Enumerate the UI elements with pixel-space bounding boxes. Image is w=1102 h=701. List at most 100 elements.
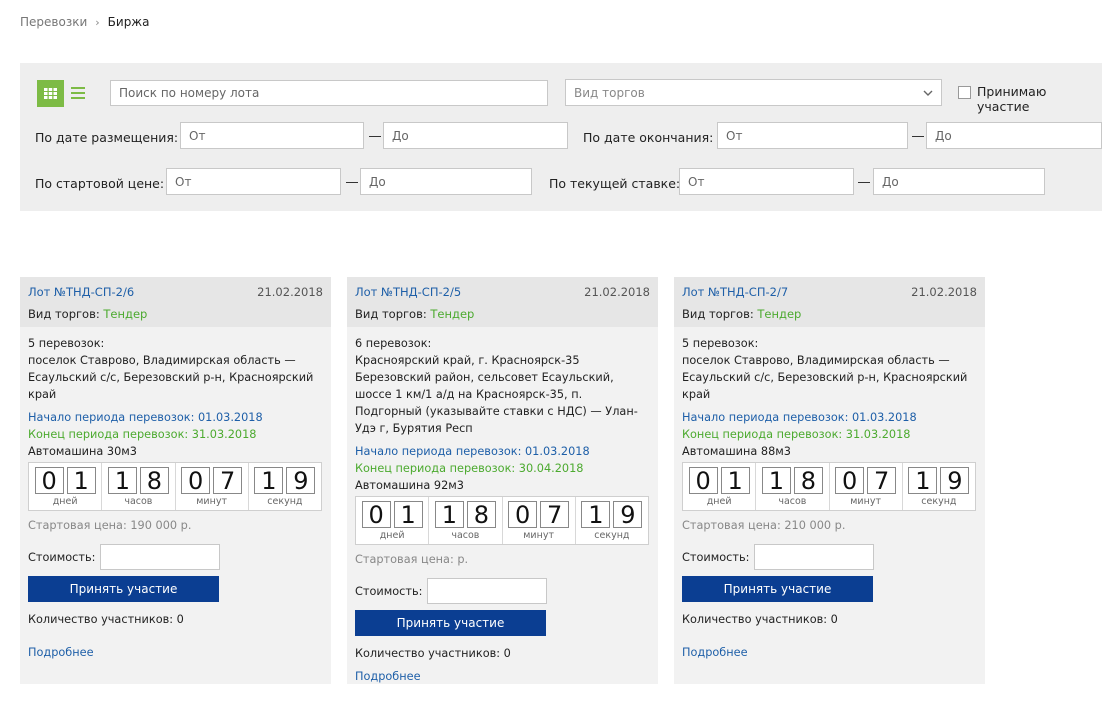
- period-end: Конец периода перевозок: 30.04.2018: [355, 462, 584, 475]
- lot-card: Лот №ТНД-СП-2/5 21.02.2018 Вид торгов: Т…: [347, 277, 658, 684]
- lot-card: Лот №ТНД-СП-2/7 21.02.2018 Вид торгов: Т…: [674, 277, 985, 684]
- timer-days: 01 дней: [356, 497, 430, 544]
- timer-seconds: 19 секунд: [576, 497, 648, 544]
- cost-input[interactable]: [100, 544, 220, 570]
- timer-digit: 8: [139, 467, 169, 494]
- lot-number-link[interactable]: Лот №ТНД-СП-2/7: [682, 285, 788, 299]
- trade-type-value: Тендер: [430, 307, 475, 321]
- timer-digit: 7: [540, 501, 570, 528]
- participate-button[interactable]: Принять участие: [682, 576, 873, 602]
- date-posted-from-input[interactable]: [180, 122, 364, 149]
- period-start: Начало периода перевозок: 01.03.2018: [355, 445, 590, 458]
- timer-digit: 9: [613, 501, 643, 528]
- cost-input[interactable]: [754, 544, 874, 570]
- timer-days: 01 дней: [29, 463, 103, 510]
- details-link[interactable]: Подробнее: [28, 644, 323, 661]
- participate-checkbox[interactable]: [958, 86, 971, 99]
- participants-count: Количество участников: 0: [682, 613, 838, 626]
- date-end-to-input[interactable]: [926, 122, 1102, 149]
- vehicle-info: Автомашина 92м3: [355, 479, 464, 492]
- lot-date: 21.02.2018: [257, 285, 323, 299]
- route-text: поселок Ставрово, Владимирская область —…: [28, 354, 314, 401]
- timer-digit: 1: [107, 467, 137, 494]
- date-end-label: По дате окончания:: [583, 130, 714, 145]
- transport-count: 6 перевозок:: [355, 337, 432, 350]
- details-link[interactable]: Подробнее: [682, 644, 977, 661]
- lot-number-link[interactable]: Лот №ТНД-СП-2/5: [355, 285, 461, 299]
- route-text: Красноярский край, г. Красноярск-35 Бере…: [355, 354, 638, 435]
- timer-digit: 0: [34, 467, 64, 494]
- timer-digit: 1: [254, 467, 284, 494]
- start-price-to-input[interactable]: [360, 168, 532, 195]
- countdown-timer: 01 дней 18 часов 07 минут 19 секунд: [28, 462, 322, 511]
- start-price-label: По стартовой цене:: [35, 176, 165, 191]
- lot-date: 21.02.2018: [911, 285, 977, 299]
- breadcrumb-link-transport[interactable]: Перевозки: [20, 15, 87, 29]
- timer-digit: 9: [940, 467, 970, 494]
- lot-card: Лот №ТНД-СП-2/6 21.02.2018 Вид торгов: Т…: [20, 277, 331, 684]
- timer-digit: 1: [720, 467, 750, 494]
- current-bid-from-input[interactable]: [679, 168, 854, 195]
- participate-button[interactable]: Принять участие: [28, 576, 219, 602]
- trade-type-select[interactable]: Вид торгов: [565, 79, 942, 106]
- period-end: Конец периода перевозок: 31.03.2018: [28, 428, 257, 441]
- timer-minutes: 07 минут: [176, 463, 249, 510]
- range-dash: [912, 136, 924, 137]
- lot-card-header: Лот №ТНД-СП-2/7 21.02.2018 Вид торгов: Т…: [674, 277, 985, 327]
- cost-label: Стоимость:: [682, 550, 750, 564]
- countdown-timer: 01 дней 18 часов 07 минут 19 секунд: [355, 496, 649, 545]
- period-start: Начало периода перевозок: 01.03.2018: [28, 411, 263, 424]
- start-price: Стартовая цена: 190 000 р.: [28, 519, 192, 532]
- details-link[interactable]: Подробнее: [355, 668, 650, 685]
- range-dash: [369, 136, 381, 137]
- lot-search-input[interactable]: [110, 80, 548, 106]
- vehicle-info: Автомашина 30м3: [28, 445, 137, 458]
- range-dash: [346, 182, 358, 183]
- timer-digit: 1: [908, 467, 938, 494]
- timer-digit: 8: [466, 501, 496, 528]
- chevron-right-icon: ›: [95, 16, 100, 29]
- participants-count: Количество участников: 0: [355, 647, 511, 660]
- list-icon: [71, 87, 85, 89]
- start-price: Стартовая цена: р.: [355, 553, 469, 566]
- list-view-button[interactable]: [71, 84, 85, 102]
- filter-panel: Вид торгов Принимаю участие По дате разм…: [20, 63, 1102, 211]
- timer-seconds: 19 секунд: [903, 463, 975, 510]
- transport-count: 5 перевозок:: [682, 337, 759, 350]
- transport-count: 5 перевозок:: [28, 337, 105, 350]
- date-end-from-input[interactable]: [717, 122, 908, 149]
- breadcrumb-current: Биржа: [107, 15, 150, 29]
- timer-hours: 18 часов: [756, 463, 830, 510]
- lot-number-link[interactable]: Лот №ТНД-СП-2/6: [28, 285, 134, 299]
- timer-digit: 7: [867, 467, 897, 494]
- period-end: Конец периода перевозок: 31.03.2018: [682, 428, 911, 441]
- timer-hours: 18 часов: [102, 463, 176, 510]
- chevron-down-icon: [923, 90, 933, 96]
- range-dash: [858, 182, 870, 183]
- timer-digit: 0: [688, 467, 718, 494]
- cost-label: Стоимость:: [355, 584, 423, 598]
- trade-type-row: Вид торгов: Тендер: [355, 307, 475, 321]
- timer-digit: 1: [434, 501, 464, 528]
- timer-digit: 0: [181, 467, 211, 494]
- timer-seconds: 19 секунд: [249, 463, 321, 510]
- timer-digit: 7: [213, 467, 243, 494]
- cost-input[interactable]: [427, 578, 547, 604]
- lot-card-header: Лот №ТНД-СП-2/5 21.02.2018 Вид торгов: Т…: [347, 277, 658, 327]
- timer-hours: 18 часов: [429, 497, 503, 544]
- breadcrumb: Перевозки › Биржа: [20, 15, 149, 29]
- timer-minutes: 07 минут: [830, 463, 903, 510]
- current-bid-label: По текущей ставке:: [549, 176, 681, 191]
- start-price-from-input[interactable]: [166, 168, 341, 195]
- date-posted-to-input[interactable]: [383, 122, 568, 149]
- lot-date: 21.02.2018: [584, 285, 650, 299]
- timer-minutes: 07 минут: [503, 497, 576, 544]
- timer-digit: 0: [835, 467, 865, 494]
- participate-button[interactable]: Принять участие: [355, 610, 546, 636]
- current-bid-to-input[interactable]: [873, 168, 1045, 195]
- timer-days: 01 дней: [683, 463, 757, 510]
- grid-view-button[interactable]: [37, 80, 64, 107]
- timer-digit: 8: [793, 467, 823, 494]
- date-posted-label: По дате размещения:: [35, 130, 179, 145]
- trade-type-row: Вид торгов: Тендер: [682, 307, 802, 321]
